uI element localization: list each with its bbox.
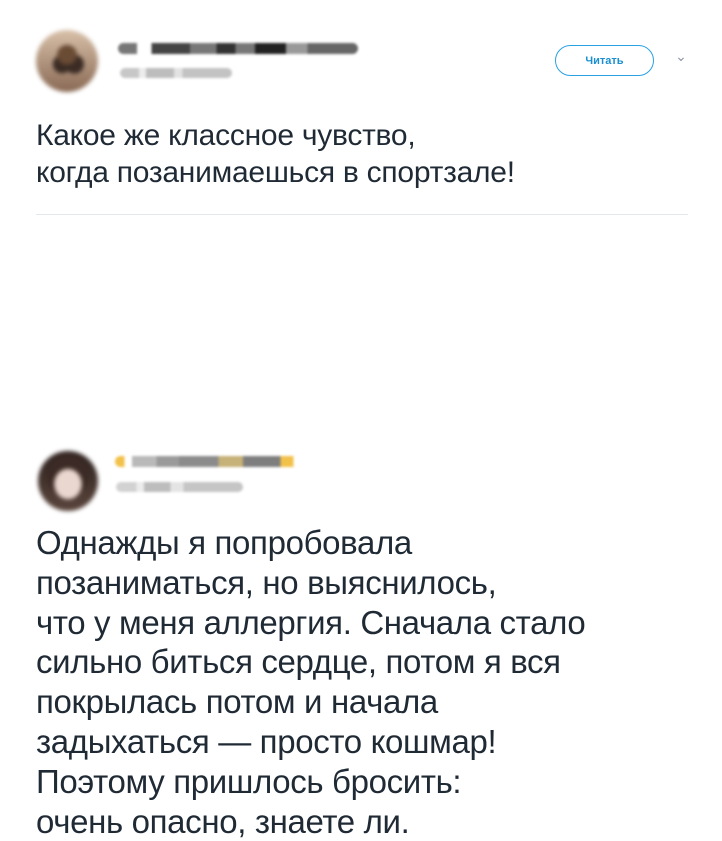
reply-tweet: Однажды я попробовала позаниматься, но в… (0, 216, 722, 840)
first-user-handle-redacted[interactable] (120, 68, 232, 78)
reply-tweet-text: Однажды я попробовала позаниматься, но в… (36, 524, 586, 840)
reply-user-handle-redacted[interactable] (116, 482, 243, 492)
reply-user-avatar[interactable] (38, 451, 98, 511)
tweet-divider (36, 214, 688, 215)
first-tweet: Читать ⌄ Какое же классное чувство, когд… (0, 0, 722, 214)
first-user-name-redacted[interactable] (118, 43, 358, 54)
reply-user-name-redacted[interactable] (115, 456, 303, 467)
first-user-avatar[interactable] (36, 30, 98, 92)
first-tweet-text: Какое же классное чувство, когда позаним… (36, 119, 515, 189)
follow-button[interactable]: Читать (555, 45, 654, 76)
chevron-down-icon[interactable]: ⌄ (672, 47, 690, 65)
